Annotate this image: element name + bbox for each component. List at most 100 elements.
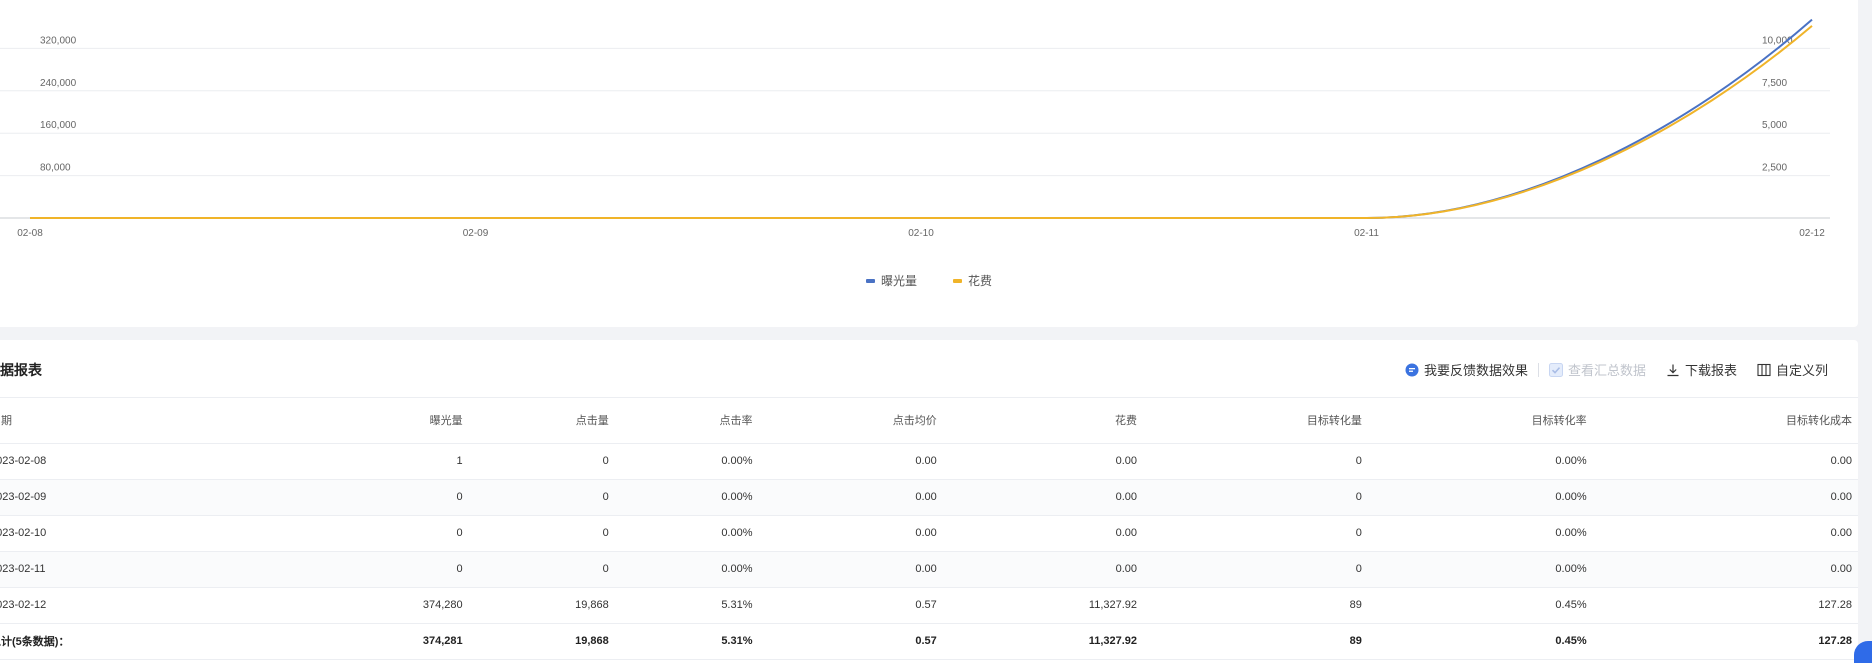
x-tick-label: 02-11 [1354, 228, 1379, 239]
view-summary-label: 查看汇总数据 [1567, 363, 1646, 378]
download-report-label: 下载报表 [1684, 363, 1737, 378]
report-toolbar: 我要反馈数据效果 查看汇总数据 下载报表 自定义列 [1395, 360, 1838, 379]
cell-conversion-cost: 0.00 [1592, 551, 1858, 588]
cell-conversion-rate: 0.00% [1367, 551, 1593, 588]
cell-date: 2023-02-09 [0, 479, 300, 516]
report-table: 日期 曝光量 点击量 点击率 点击均价 花费 目标转化量 目标转化率 目标转化成… [0, 398, 1858, 660]
col-header-impressions[interactable]: 曝光量 [300, 398, 469, 444]
cell-ctr: 0.00% [614, 551, 759, 588]
legend-label-impressions: 曝光量 [880, 274, 917, 288]
cell-conversions: 0 [1143, 479, 1368, 516]
cell-total-cpc: 0.57 [758, 623, 943, 660]
series-line-impressions [29, 18, 1813, 219]
y-left-tick-label: 320,000 [40, 35, 77, 46]
cell-clicks: 0 [468, 551, 615, 588]
download-report-button[interactable]: 下载报表 [1656, 360, 1747, 379]
table-row: 2023-02-10 0 0 0.00% 0.00 0.00 0 0.00% 0… [0, 515, 1858, 552]
cell-clicks: 0 [468, 443, 615, 480]
cell-date: 2023-02-10 [0, 515, 300, 552]
cell-impressions: 0 [300, 551, 469, 588]
table-total-row: 总计(5条数据)： 374,281 19,868 5.31% 0.57 11,3… [0, 623, 1858, 660]
cell-impressions: 1 [300, 443, 469, 480]
cell-total-ctr: 5.31% [614, 623, 759, 660]
y-right-tick-label: 2,500 [1762, 163, 1787, 174]
cell-conversion-rate: 0.45% [1367, 587, 1593, 624]
y-right-tick-label: 7,500 [1762, 78, 1787, 89]
cell-total-conversions: 89 [1143, 623, 1368, 660]
cell-total-cost: 11,327.92 [942, 623, 1144, 660]
report-header: 数据报表 我要反馈数据效果 查看汇总数据 下载报表 自定义列 [0, 340, 1858, 398]
cell-cpc: 0.57 [758, 587, 943, 624]
cell-conversion-rate: 0.00% [1367, 479, 1593, 516]
custom-columns-button[interactable]: 自定义列 [1747, 360, 1838, 379]
col-header-conversions[interactable]: 目标转化量 [1143, 398, 1368, 444]
cell-cost: 0.00 [942, 479, 1144, 516]
cell-cpc: 0.00 [758, 551, 943, 588]
trend-chart-card: 80,000 160,000 240,000 320,000 2,500 5,000 7,5… [0, 0, 1858, 327]
cell-clicks: 0 [468, 479, 615, 516]
series-line-cost [30, 25, 1813, 219]
checkbox-icon [1548, 362, 1563, 377]
y-right-tick-label: 5,000 [1762, 120, 1787, 131]
cell-cpc: 0.00 [758, 515, 943, 552]
table-header-row: 日期 曝光量 点击量 点击率 点击均价 花费 目标转化量 目标转化率 目标转化成… [0, 398, 1858, 444]
col-header-date[interactable]: 日期 [0, 398, 300, 444]
cell-ctr: 0.00% [614, 515, 759, 552]
x-tick-label: 02-12 [1799, 228, 1825, 239]
cell-impressions: 0 [300, 515, 469, 552]
cell-clicks: 19,868 [468, 587, 615, 624]
feedback-button[interactable]: 我要反馈数据效果 [1395, 360, 1538, 379]
report-title: 数据报表 [0, 362, 42, 378]
legend-label-cost: 花费 [968, 274, 993, 288]
data-report-card: 数据报表 我要反馈数据效果 查看汇总数据 下载报表 自定义列 日 [0, 340, 1858, 663]
x-tick-label: 02-08 [17, 228, 43, 239]
feedback-label: 我要反馈数据效果 [1423, 363, 1528, 378]
legend-item-cost[interactable]: 花费 [953, 272, 992, 289]
table-row: 2023-02-08 1 0 0.00% 0.00 0.00 0 0.00% 0… [0, 443, 1858, 480]
columns-icon [1757, 363, 1771, 376]
cell-conversions: 89 [1143, 587, 1368, 624]
cell-conversion-rate: 0.00% [1367, 443, 1593, 480]
cell-cpc: 0.00 [758, 443, 943, 480]
cell-date: 2023-02-12 [0, 587, 300, 624]
col-header-clicks[interactable]: 点击量 [468, 398, 615, 444]
custom-columns-label: 自定义列 [1775, 363, 1828, 378]
cell-total-label: 总计(5条数据)： [0, 623, 300, 660]
y-left-tick-label: 240,000 [40, 78, 77, 89]
cell-cpc: 0.00 [758, 479, 943, 516]
chart-legend: 曝光量 花费 [0, 272, 1858, 289]
cell-total-clicks: 19,868 [468, 623, 615, 660]
x-tick-label: 02-10 [908, 228, 934, 239]
cell-ctr: 0.00% [614, 479, 759, 516]
view-summary-checkbox[interactable]: 查看汇总数据 [1539, 360, 1656, 379]
cell-total-conversion-cost: 127.28 [1592, 623, 1858, 660]
legend-item-impressions[interactable]: 曝光量 [865, 272, 917, 289]
cell-total-impressions: 374,281 [300, 623, 469, 660]
download-icon [1667, 364, 1679, 376]
x-tick-label: 02-09 [463, 228, 489, 239]
y-left-tick-label: 160,000 [40, 120, 77, 131]
cell-ctr: 5.31% [614, 587, 759, 624]
cell-date: 2023-02-11 [0, 551, 300, 588]
col-header-cpc[interactable]: 点击均价 [758, 398, 943, 444]
legend-swatch-cost [953, 278, 962, 283]
cell-conversions: 0 [1143, 515, 1368, 552]
cell-impressions: 374,280 [300, 587, 469, 624]
cell-conversions: 0 [1143, 443, 1368, 480]
legend-swatch-impressions [865, 278, 875, 283]
cell-total-conversion-rate: 0.45% [1367, 623, 1593, 660]
col-header-cost[interactable]: 花费 [942, 398, 1144, 444]
table-row: 2023-02-09 0 0 0.00% 0.00 0.00 0 0.00% 0… [0, 479, 1858, 516]
table-row: 2023-02-12 374,280 19,868 5.31% 0.57 11,… [0, 587, 1858, 624]
cell-date: 2023-02-08 [0, 443, 300, 480]
col-header-ctr[interactable]: 点击率 [614, 398, 759, 444]
col-header-conversion-rate[interactable]: 目标转化率 [1367, 398, 1593, 444]
col-header-conversion-cost[interactable]: 目标转化成本 [1592, 398, 1858, 444]
cell-cost: 0.00 [942, 443, 1144, 480]
cell-cost: 0.00 [942, 551, 1144, 588]
cell-conversion-rate: 0.00% [1367, 515, 1593, 552]
y-left-tick-label: 80,000 [40, 163, 71, 174]
cell-clicks: 0 [468, 515, 615, 552]
table-row: 2023-02-11 0 0 0.00% 0.00 0.00 0 0.00% 0… [0, 551, 1858, 588]
cell-impressions: 0 [300, 479, 469, 516]
